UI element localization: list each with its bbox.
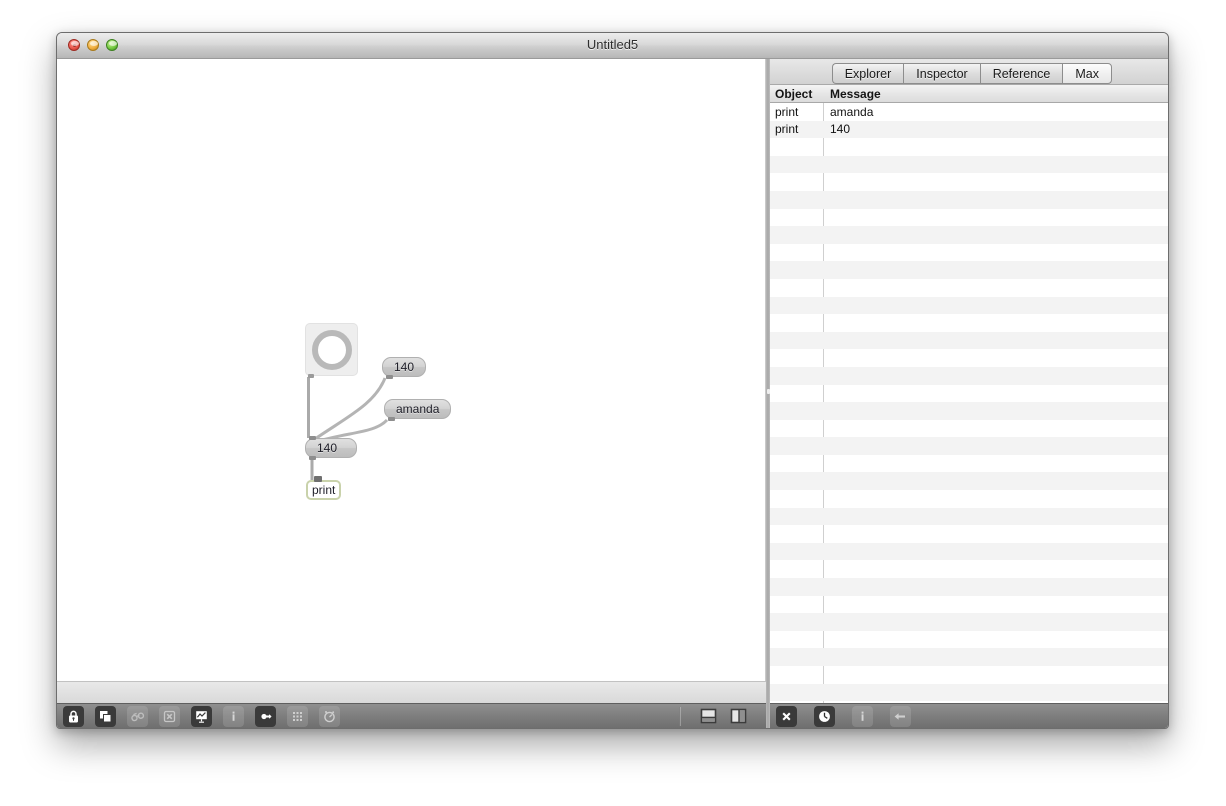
table-row[interactable] (770, 296, 1168, 315)
console-table-header: Object Message (770, 85, 1168, 103)
table-row[interactable] (770, 683, 1168, 702)
binoculars-icon[interactable] (127, 705, 148, 727)
column-header-object[interactable]: Object (770, 87, 824, 101)
send-icon[interactable] (255, 705, 276, 727)
table-row[interactable] (770, 190, 1168, 209)
tab-max[interactable]: Max (1062, 63, 1112, 84)
patcher-scroll-gutter (57, 681, 766, 703)
table-row[interactable] (770, 613, 1168, 631)
bang-outlet (308, 374, 314, 378)
tab-label: Explorer (844, 66, 892, 81)
table-row[interactable] (770, 666, 1168, 684)
lock-icon[interactable] (63, 705, 84, 727)
inlet-nub (314, 476, 322, 482)
table-row[interactable] (770, 455, 1168, 473)
window-title: Untitled5 (586, 37, 639, 52)
patcher-pane: 140 amanda 140 print (57, 59, 766, 728)
table-row[interactable] (770, 402, 1168, 420)
console-table-body[interactable]: print amanda print 140 (770, 103, 1168, 703)
toolbar-separator (679, 706, 681, 726)
table-row[interactable] (770, 331, 1168, 350)
delete-box-icon[interactable] (159, 705, 180, 727)
table-row[interactable]: print 140 (770, 120, 1168, 139)
table-row[interactable] (770, 209, 1168, 227)
bang-object[interactable] (305, 323, 358, 378)
table-row[interactable] (770, 138, 1168, 156)
table-row[interactable] (770, 437, 1168, 455)
table-row[interactable] (770, 472, 1168, 491)
table-row[interactable] (770, 366, 1168, 385)
table-row[interactable] (770, 314, 1168, 332)
signal-probe-icon[interactable] (191, 705, 212, 727)
tab-label: Inspector (916, 66, 968, 81)
table-row[interactable] (770, 349, 1168, 367)
cell-object: print (775, 104, 799, 119)
table-row[interactable] (770, 261, 1168, 279)
tab-explorer[interactable]: Explorer (831, 63, 904, 84)
console-tab-bar: Explorer Inspector Reference Max (770, 59, 1168, 85)
table-row[interactable] (770, 155, 1168, 174)
message-box-label: 140 (317, 441, 338, 455)
patcher-toolbar-right (698, 706, 749, 727)
column-header-message[interactable]: Message (824, 87, 1168, 101)
patcher-toolbar-left (57, 705, 340, 727)
tab-label: Reference (992, 66, 1051, 81)
table-row[interactable] (770, 578, 1168, 596)
table-row[interactable] (770, 385, 1168, 403)
outlet-nub (386, 375, 393, 379)
clear-console-icon[interactable] (776, 705, 797, 727)
patcher-canvas[interactable]: 140 amanda 140 print (57, 59, 766, 681)
message-box-140-top[interactable]: 140 (382, 357, 427, 379)
table-row[interactable] (770, 244, 1168, 262)
back-arrow-icon[interactable] (890, 705, 911, 727)
window-body: 140 amanda 140 print Explorer Inspector … (57, 59, 1168, 728)
info-icon[interactable] (852, 705, 873, 727)
cell-message: 140 (830, 122, 851, 137)
table-row[interactable] (770, 542, 1168, 561)
split-horizontal-icon[interactable] (698, 706, 719, 727)
table-row[interactable] (770, 560, 1168, 578)
inlet-nub (309, 436, 316, 440)
cell-object: print (775, 122, 799, 137)
console-pane: Explorer Inspector Reference Max Object … (770, 59, 1168, 728)
outlet-nub (388, 417, 395, 421)
print-object[interactable]: print (306, 476, 342, 500)
timer-icon[interactable] (319, 705, 340, 727)
outlet-nub (309, 456, 316, 460)
table-row[interactable]: print amanda (770, 103, 1168, 121)
table-row[interactable] (770, 525, 1168, 543)
table-row[interactable] (770, 420, 1168, 438)
table-row[interactable] (770, 279, 1168, 297)
tab-inspector[interactable]: Inspector (903, 63, 980, 84)
message-box-amanda[interactable]: amanda (384, 399, 452, 421)
message-box-label: 140 (394, 360, 415, 374)
message-box-140-main[interactable]: 140 (305, 436, 357, 460)
table-row[interactable] (770, 648, 1168, 666)
presentation-mode-icon[interactable] (95, 705, 116, 727)
table-row[interactable] (770, 596, 1168, 614)
table-row[interactable] (770, 173, 1168, 191)
table-row[interactable] (770, 490, 1168, 508)
cell-message: amanda (830, 104, 874, 119)
title-bar[interactable]: Untitled5 (57, 33, 1168, 59)
tab-label: Max (1075, 66, 1099, 81)
message-box-label: amanda (396, 402, 440, 416)
object-box-label: print (312, 483, 336, 497)
split-vertical-icon[interactable] (728, 706, 749, 727)
table-row[interactable] (770, 507, 1168, 526)
max-patcher-window: Untitled5 140 amanda 140 print Explorer … (56, 32, 1169, 729)
console-toolbar (770, 703, 1168, 728)
grid-icon[interactable] (287, 705, 308, 727)
tab-reference[interactable]: Reference (979, 63, 1063, 84)
bang-ring-icon (311, 329, 352, 370)
table-row[interactable] (770, 631, 1168, 649)
patcher-toolbar (57, 703, 766, 728)
screen: Untitled5 140 amanda 140 print Explorer … (0, 0, 1226, 806)
info-icon[interactable] (223, 705, 244, 727)
table-row[interactable] (770, 226, 1168, 244)
clock-icon[interactable] (814, 705, 835, 727)
